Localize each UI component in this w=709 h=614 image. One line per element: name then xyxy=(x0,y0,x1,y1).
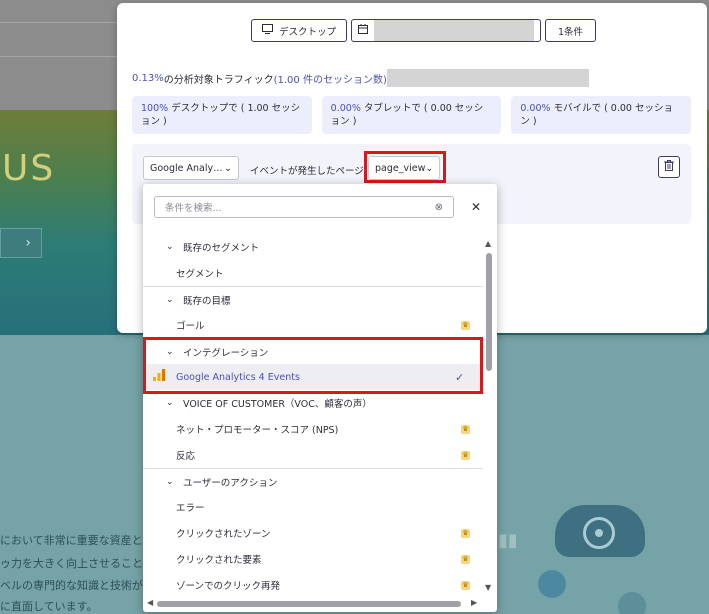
chevron-down-icon: ⌄ xyxy=(224,162,232,174)
modal-toolbar: デスクトップ 1条件 xyxy=(251,19,597,43)
device-card-mobile: 0.00% モバイルで ( 0.00 セッション ) xyxy=(511,96,692,134)
bg-circle-icon xyxy=(618,592,646,614)
traffic-percent: 0.13% xyxy=(132,72,164,84)
premium-badge-icon: ♛ xyxy=(461,580,470,590)
item-label: 反応 xyxy=(176,451,196,462)
group-label: 既存の目標 xyxy=(183,295,231,307)
scroll-up-icon[interactable]: ▲ xyxy=(485,239,491,248)
item-label: ゴール xyxy=(176,321,205,332)
list-item-clicked-zone[interactable]: クリックされたゾーン ♛ xyxy=(143,520,483,546)
bg-cloud-icon xyxy=(555,505,645,557)
device-breakdown: 100% デスクトップで ( 1.00 セッション ) 0.00% タブレットで… xyxy=(132,96,692,134)
source-select-value: Google Analy… xyxy=(150,162,223,174)
chevron-down-icon: ⌄ xyxy=(166,294,174,305)
event-label: イベントが発生したページ xyxy=(250,166,364,177)
date-range-redacted xyxy=(374,20,535,41)
bg-hero-text: US xyxy=(2,148,56,189)
group-existing-goals[interactable]: ⌄ 既存の目標 xyxy=(143,286,483,312)
list-item-goal[interactable]: ゴール ♛ xyxy=(143,312,483,338)
premium-badge-icon: ♛ xyxy=(461,320,470,330)
item-label: クリックされたゾーン xyxy=(176,529,271,540)
list-item-clicked-element[interactable]: クリックされた要素 ♛ xyxy=(143,546,483,572)
bg-text-line: ベルの専門的な知識と技術が xyxy=(0,579,143,592)
traffic-sessions: (1.00 件のセッション数) xyxy=(273,74,387,86)
card-value: 0.00% xyxy=(330,103,361,114)
bg-chart-icon: ▮▮ xyxy=(498,530,518,551)
item-label: クリックされた要素 xyxy=(176,555,262,566)
list-item-segment[interactable]: セグメント xyxy=(143,260,483,286)
device-card-tablet: 0.00% タブレットで ( 0.00 セッション ) xyxy=(321,96,502,134)
conditions-button[interactable]: 1条件 xyxy=(545,19,597,42)
bg-divider xyxy=(0,22,120,23)
highlight-box xyxy=(364,151,446,183)
trash-icon xyxy=(664,160,674,174)
premium-badge-icon: ♛ xyxy=(461,554,470,564)
monitor-icon xyxy=(262,24,273,37)
device-card-desktop: 100% デスクトップで ( 1.00 セッション ) xyxy=(132,96,312,134)
card-value: 0.00% xyxy=(520,103,551,114)
bg-divider xyxy=(0,56,120,57)
condition-list: ⌄ 既存のセグメント セグメント ⌄ 既存の目標 ゴール ♛ ⌄ インテグレーシ… xyxy=(143,234,483,598)
group-existing-segments[interactable]: ⌄ 既存のセグメント xyxy=(143,234,483,260)
list-item-reaction[interactable]: 反応 ♛ xyxy=(143,442,483,468)
scroll-thumb[interactable] xyxy=(157,601,461,607)
traffic-summary: 0.13% の分析対象トラフィック (1.00 件のセッション数) xyxy=(132,69,589,87)
condition-search-input[interactable]: 条件を検索... ⊗ xyxy=(154,196,454,218)
traffic-redacted xyxy=(386,69,589,87)
close-icon[interactable]: ✕ xyxy=(471,200,481,214)
device-label: デスクトップ xyxy=(279,26,337,38)
list-item-zone-click-replay[interactable]: ゾーンでのクリック再発 ♛ xyxy=(143,572,483,598)
date-range-button[interactable] xyxy=(351,19,542,42)
clear-icon[interactable]: ⊗ xyxy=(435,202,443,213)
horizontal-scrollbar[interactable]: ◀ ▶ xyxy=(143,598,497,610)
bg-circle-icon xyxy=(538,570,566,598)
group-label: VOICE OF CUSTOMER（VOC、顧客の声） xyxy=(183,399,372,410)
source-select[interactable]: Google Analy… ⌄ xyxy=(143,156,239,180)
bg-text-line: ゥ力を大きく向上させることが xyxy=(0,557,154,570)
highlight-box xyxy=(143,337,483,394)
item-label: ゾーンでのクリック再発 xyxy=(176,581,281,592)
item-label: ネット・プロモーター・スコア (NPS) xyxy=(176,425,339,436)
group-label: ユーザーのアクション xyxy=(183,477,278,489)
group-label: 既存のセグメント xyxy=(183,243,260,254)
premium-badge-icon: ♛ xyxy=(461,450,470,460)
traffic-text: の分析対象トラフィック xyxy=(163,74,274,86)
list-item-nps[interactable]: ネット・プロモーター・スコア (NPS) ♛ xyxy=(143,416,483,442)
scroll-left-icon[interactable]: ◀ xyxy=(147,598,153,607)
calendar-icon xyxy=(358,24,369,37)
chevron-down-icon: ⌄ xyxy=(166,398,174,408)
premium-badge-icon: ♛ xyxy=(461,424,470,434)
scroll-thumb[interactable] xyxy=(486,253,492,371)
delete-condition-button[interactable] xyxy=(658,156,680,178)
scroll-right-icon[interactable]: ▶ xyxy=(471,598,477,607)
device-button[interactable]: デスクトップ xyxy=(251,19,348,42)
condition-dropdown: 条件を検索... ⊗ ✕ ⌄ 既存のセグメント セグメント ⌄ 既存の目標 ゴー… xyxy=(143,184,497,612)
list-item-error[interactable]: エラー xyxy=(143,494,483,520)
premium-badge-icon: ♛ xyxy=(461,528,470,538)
chevron-down-icon: ⌄ xyxy=(166,242,174,252)
bg-arrow-button: › xyxy=(0,228,42,258)
search-placeholder: 条件を検索... xyxy=(165,203,222,214)
bg-text-line: において非常に重要な資産とな xyxy=(0,534,154,547)
group-user-actions[interactable]: ⌄ ユーザーのアクション xyxy=(143,468,483,494)
card-value: 100% xyxy=(141,103,169,114)
bg-text-line: に直面しています。 xyxy=(0,600,98,613)
vertical-scrollbar[interactable]: ▲ ▼ xyxy=(483,239,495,595)
scroll-down-icon[interactable]: ▼ xyxy=(485,583,491,592)
chevron-down-icon: ⌄ xyxy=(166,476,174,487)
